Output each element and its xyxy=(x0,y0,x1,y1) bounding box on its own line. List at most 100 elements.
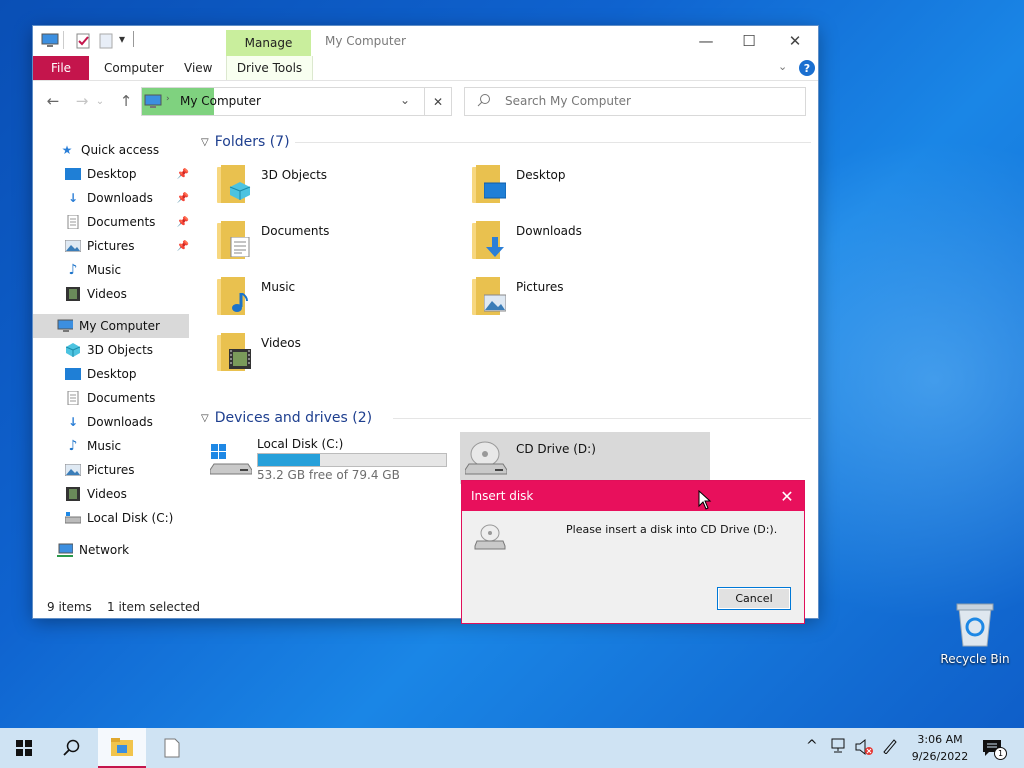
show-hidden-icons-chevron-icon[interactable]: ^ xyxy=(806,738,818,754)
ribbon-tabs: File Computer View Drive Tools ⌄ ? xyxy=(33,56,818,81)
customize-toolbar-icon[interactable]: ▾ xyxy=(119,32,125,46)
nav-item-music[interactable]: ♪ Music xyxy=(33,258,193,282)
taskbar-notepad[interactable] xyxy=(148,728,196,768)
nav-item-desktop[interactable]: Desktop 📌 xyxy=(33,162,193,186)
search-icon xyxy=(63,739,80,756)
search-input[interactable]: Search My Computer xyxy=(505,94,631,108)
tab-file[interactable]: File xyxy=(33,56,89,80)
document-icon xyxy=(65,391,81,405)
new-folder-icon[interactable] xyxy=(99,33,113,52)
network-tray-icon[interactable] xyxy=(830,738,848,758)
minimize-button[interactable]: — xyxy=(683,26,729,56)
nav-item-desktop[interactable]: Desktop xyxy=(33,362,193,386)
tab-computer[interactable]: Computer xyxy=(104,56,164,80)
notepad-icon xyxy=(164,738,180,758)
tab-view[interactable]: View xyxy=(184,56,212,80)
cd-drive-icon xyxy=(464,440,508,476)
nav-item-3d-objects[interactable]: 3D Objects xyxy=(33,338,193,362)
search-button[interactable] xyxy=(48,728,96,768)
pin-icon[interactable]: 📌 xyxy=(177,217,189,228)
tab-manage[interactable]: Manage xyxy=(226,30,311,56)
nav-network[interactable]: Network xyxy=(33,538,193,562)
pin-icon[interactable]: 📌 xyxy=(177,169,189,180)
pin-icon[interactable]: 📌 xyxy=(177,193,189,204)
breadcrumb-chevron-icon[interactable]: › xyxy=(166,94,170,104)
nav-item-local-disk[interactable]: Local Disk (C:) xyxy=(33,506,193,530)
folder-3d-objects[interactable]: 3D Objects xyxy=(215,163,455,213)
nav-label: Desktop xyxy=(87,167,137,181)
nav-item-music[interactable]: ♪ Music xyxy=(33,434,193,458)
divider xyxy=(63,31,64,49)
nav-label: Videos xyxy=(87,487,127,501)
folder-name: Documents xyxy=(261,224,330,238)
folder-pictures[interactable]: Pictures xyxy=(470,275,710,325)
start-button[interactable] xyxy=(0,728,48,768)
stop-button[interactable]: ✕ xyxy=(424,87,452,116)
title-bar: ▾ Manage My Computer — ☐ ✕ xyxy=(33,26,818,56)
folder-documents[interactable]: Documents xyxy=(215,219,455,269)
dialog-close-button[interactable]: ✕ xyxy=(776,485,798,507)
folder-name: Pictures xyxy=(516,280,564,294)
folder-desktop[interactable]: Desktop xyxy=(470,163,710,213)
tab-drive-tools[interactable]: Drive Tools xyxy=(226,56,313,80)
pin-icon[interactable]: 📌 xyxy=(177,241,189,252)
folders-group-header[interactable]: ▽ Folders (7) xyxy=(201,132,290,152)
pictures-icon xyxy=(65,463,81,477)
download-icon: ↓ xyxy=(67,191,79,205)
devices-group-header[interactable]: ▽ Devices and drives (2) xyxy=(201,408,372,428)
clock-date: 9/26/2022 xyxy=(911,750,969,763)
nav-item-pictures[interactable]: Pictures xyxy=(33,458,193,482)
close-button[interactable]: ✕ xyxy=(772,26,818,56)
search-box[interactable]: Search My Computer xyxy=(464,87,806,116)
group-divider xyxy=(295,142,811,143)
star-icon: ★ xyxy=(61,143,73,157)
drive-local-disk-c[interactable]: Local Disk (C:) 53.2 GB free of 79.4 GB xyxy=(205,432,455,484)
nav-item-videos[interactable]: Videos xyxy=(33,482,193,506)
nav-item-downloads[interactable]: ↓ Downloads 📌 xyxy=(33,186,193,210)
system-clock[interactable]: 3:06 AM 9/26/2022 xyxy=(900,731,980,765)
cancel-button[interactable]: Cancel xyxy=(717,587,791,610)
taskbar-file-explorer[interactable] xyxy=(98,728,146,768)
dialog-message: Please insert a disk into CD Drive (D:). xyxy=(566,523,778,536)
maximize-button[interactable]: ☐ xyxy=(726,26,772,56)
help-icon[interactable]: ? xyxy=(799,60,815,76)
nav-label: Network xyxy=(79,543,130,557)
folder-name: 3D Objects xyxy=(261,168,328,182)
nav-item-documents[interactable]: Documents xyxy=(33,386,193,410)
address-dropdown-icon[interactable]: ⌄ xyxy=(400,93,410,107)
nav-item-videos[interactable]: Videos xyxy=(33,282,193,306)
nav-my-computer[interactable]: My Computer xyxy=(33,314,189,338)
pen-workspace-icon[interactable] xyxy=(882,738,898,758)
folder-downloads[interactable]: Downloads xyxy=(470,219,710,269)
breadcrumb[interactable]: My Computer xyxy=(180,94,261,108)
action-center-button[interactable]: 1 xyxy=(982,738,1007,761)
address-bar[interactable]: › My Computer ⌄ xyxy=(141,87,452,116)
nav-item-documents[interactable]: Documents 📌 xyxy=(33,210,193,234)
folder-icon xyxy=(470,275,510,319)
properties-icon[interactable] xyxy=(75,33,91,52)
dialog-title: Insert disk xyxy=(471,489,534,503)
nav-item-pictures[interactable]: Pictures 📌 xyxy=(33,234,193,258)
back-button[interactable]: ← xyxy=(42,90,64,112)
nav-quick-access[interactable]: ★ Quick access xyxy=(33,138,193,162)
folder-icon xyxy=(215,219,255,263)
nav-label: Local Disk (C:) xyxy=(87,511,174,525)
desktop-icon xyxy=(65,167,81,181)
volume-muted-icon[interactable] xyxy=(854,738,874,760)
chevron-down-icon: ▽ xyxy=(201,412,209,424)
folder-name: Music xyxy=(261,280,296,294)
expand-ribbon-icon[interactable]: ⌄ xyxy=(778,60,787,73)
drive-cd-d[interactable]: CD Drive (D:) xyxy=(460,432,710,484)
divider xyxy=(133,31,134,47)
recent-locations-button[interactable]: ⌄ xyxy=(89,90,111,112)
folder-videos[interactable]: Videos xyxy=(215,331,455,381)
nav-item-downloads[interactable]: ↓ Downloads xyxy=(33,410,193,434)
computer-icon xyxy=(41,33,59,52)
group-divider xyxy=(393,418,811,419)
up-button[interactable]: ↑ xyxy=(115,90,137,112)
recycle-bin-shortcut[interactable]: Recycle Bin xyxy=(938,600,1012,680)
desktop-icon xyxy=(65,367,81,381)
music-note-icon: ♪ xyxy=(68,438,78,454)
folder-music[interactable]: Music xyxy=(215,275,455,325)
dialog-title-bar[interactable]: Insert disk ✕ xyxy=(462,481,804,511)
